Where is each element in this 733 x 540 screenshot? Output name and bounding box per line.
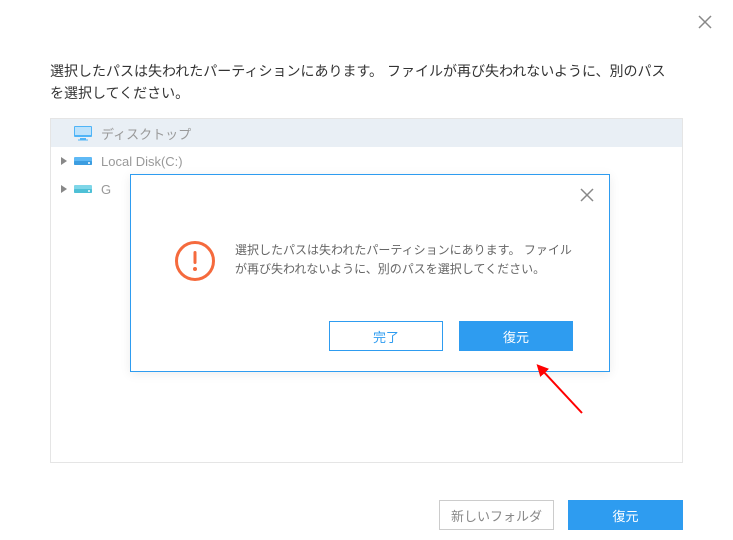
chevron-right-icon [60, 157, 68, 165]
tree-item-label: ディスクトップ [101, 124, 191, 143]
chevron-right-icon [60, 185, 68, 193]
alert-body: 選択したパスは失われたパーティションにあります。 ファイルが再び失われないように… [131, 175, 609, 281]
expand-toggle[interactable] [59, 156, 69, 166]
tree-item-desktop[interactable]: ディスクトップ [51, 119, 682, 147]
restore-button[interactable]: 復元 [568, 500, 683, 530]
alert-buttons: 完了 復元 [329, 321, 573, 351]
alert-done-button[interactable]: 完了 [329, 321, 443, 351]
alert-restore-button[interactable]: 復元 [459, 321, 573, 351]
exclamation-icon [175, 241, 215, 281]
disk-icon [73, 153, 95, 169]
expand-toggle[interactable] [59, 184, 69, 194]
dialog-footer: 新しいフォルダ 復元 [439, 500, 683, 530]
tree-item-label: Local Disk(C:) [101, 154, 183, 169]
alert-close-button[interactable] [579, 187, 595, 203]
disk-icon [73, 181, 95, 197]
instruction-text: 選択したパスは失われたパーティションにあります。 ファイルが再び失われないように… [50, 60, 673, 105]
tree-item-local-disk-c[interactable]: Local Disk(C:) [51, 147, 682, 175]
close-icon [697, 14, 713, 30]
tree-item-label: G [101, 182, 111, 197]
new-folder-button[interactable]: 新しいフォルダ [439, 500, 554, 530]
alert-message: 選択したパスは失われたパーティションにあります。 ファイルが再び失われないように… [235, 241, 579, 279]
alert-dialog: 選択したパスは失われたパーティションにあります。 ファイルが再び失われないように… [130, 174, 610, 372]
close-icon [579, 187, 595, 203]
monitor-icon [73, 125, 95, 141]
window-close-button[interactable] [697, 14, 713, 30]
